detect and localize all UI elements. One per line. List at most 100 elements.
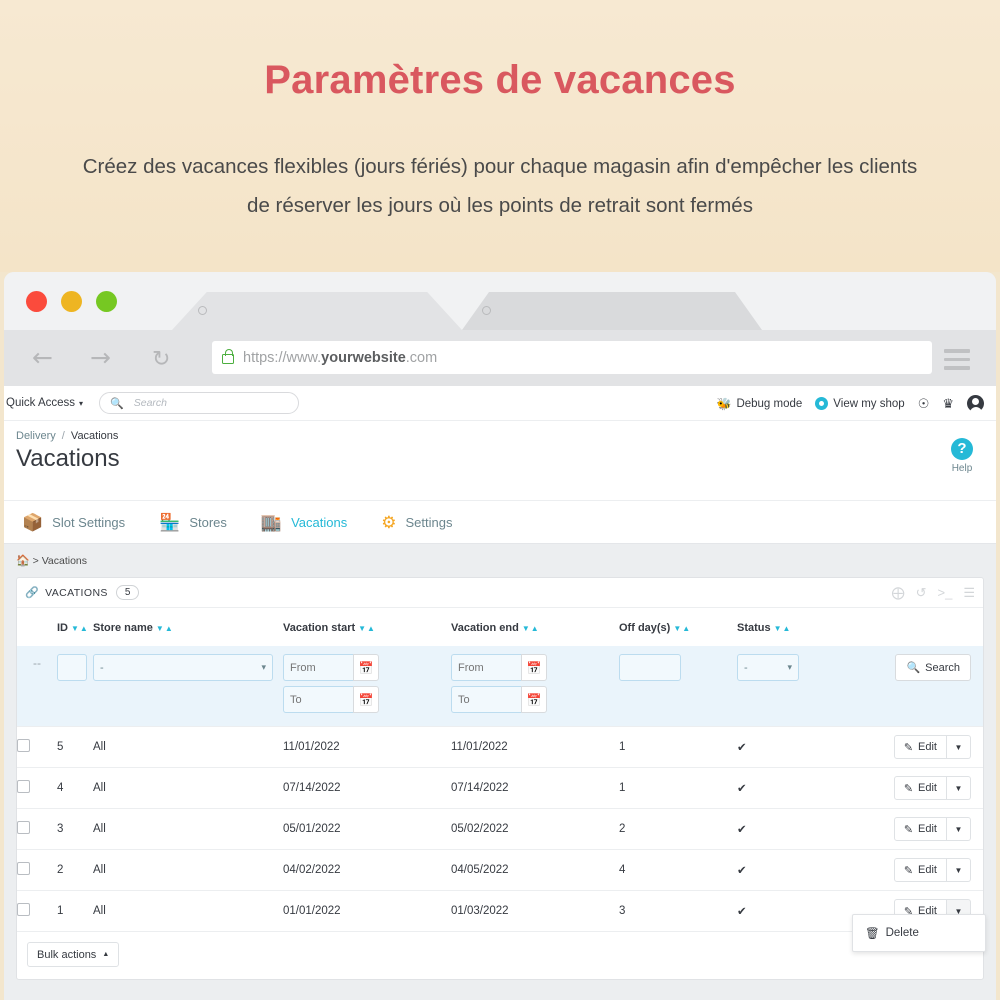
row-checkbox[interactable] bbox=[17, 780, 30, 793]
bulk-actions-button[interactable]: Bulk actions ▲ bbox=[27, 942, 120, 967]
table-row[interactable]: 1 All 01/01/2022 01/03/2022 3 ✔ ✎ Edit ▼ bbox=[17, 890, 983, 932]
filter-off-days-input[interactable] bbox=[619, 654, 681, 681]
row-end: 07/14/2022 bbox=[451, 782, 509, 794]
tab-stores[interactable]: 🏪 Stores bbox=[159, 514, 227, 531]
filter-end-to-input[interactable] bbox=[451, 686, 521, 713]
delete-menu-item[interactable]: 🗑 Delete bbox=[853, 922, 985, 944]
quick-access-menu[interactable]: Quick Access ▾ bbox=[6, 397, 83, 409]
hero-subtitle-line-2: de réserver les jours où les points de r… bbox=[247, 193, 753, 217]
home-icon[interactable]: 🏠 bbox=[16, 555, 30, 567]
table-row[interactable]: 4 All 07/14/2022 07/14/2022 1 ✔ ✎ Edit ▼ bbox=[17, 767, 983, 809]
row-id: 5 bbox=[57, 741, 64, 753]
th-vacation-start[interactable]: Vacation start ▼▲ bbox=[283, 608, 451, 646]
row-off-days: 3 bbox=[619, 905, 626, 917]
table-row[interactable]: 3 All 05/01/2022 05/02/2022 2 ✔ ✎ Edit ▼ bbox=[17, 808, 983, 850]
filter-store-select[interactable]: - ▾ bbox=[93, 654, 273, 681]
browser-tabstrip bbox=[4, 272, 996, 330]
edit-dropdown-caret[interactable]: ▼ bbox=[947, 735, 971, 759]
browser-tab-2-active[interactable] bbox=[462, 292, 762, 330]
row-store: All bbox=[93, 823, 106, 835]
edit-group: ✎ Edit ▼ bbox=[847, 858, 983, 882]
row-checkbox[interactable] bbox=[17, 821, 30, 834]
th-store-name[interactable]: Store name ▼▲ bbox=[93, 608, 283, 646]
row-checkbox[interactable] bbox=[17, 862, 30, 875]
trophy-icon[interactable]: ♛ bbox=[942, 396, 954, 412]
filter-search-cell: 🔍 Search bbox=[847, 646, 983, 727]
table-row[interactable]: 5 All 11/01/2022 11/01/2022 1 ✔ ✎ Edit ▼ bbox=[17, 726, 983, 768]
filter-start-from-input[interactable] bbox=[283, 654, 353, 681]
browser-window: ← → ↻ https://www.yourwebsite.com Quick … bbox=[4, 272, 996, 1000]
bell-icon[interactable]: ☉ bbox=[918, 396, 930, 412]
row-checkbox[interactable] bbox=[17, 739, 30, 752]
browser-tab-1[interactable] bbox=[172, 292, 462, 330]
row-checkbox[interactable] bbox=[17, 903, 30, 916]
row-actions: ✎ Edit ▼ bbox=[847, 727, 983, 768]
reload-icon[interactable]: ↻ bbox=[152, 349, 170, 371]
sort-arrows-icon[interactable]: ▼▲ bbox=[156, 624, 174, 633]
refresh-icon[interactable]: ↺ bbox=[916, 586, 927, 599]
breadcrumb: Delivery / Vacations bbox=[4, 421, 996, 442]
th-status[interactable]: Status ▼▲ bbox=[737, 608, 847, 646]
filter-id-input[interactable] bbox=[57, 654, 87, 681]
search-button[interactable]: 🔍 Search bbox=[895, 654, 971, 681]
view-my-shop-button[interactable]: View my shop bbox=[815, 397, 905, 410]
sort-arrows-icon[interactable]: ▼▲ bbox=[358, 624, 376, 633]
edit-button[interactable]: ✎ Edit bbox=[893, 776, 947, 800]
filter-start-to-input[interactable] bbox=[283, 686, 353, 713]
tab-vacations[interactable]: 🏬 Vacations bbox=[261, 514, 347, 531]
sort-arrows-icon[interactable]: ▼▲ bbox=[673, 624, 691, 633]
th-id[interactable]: ID ▼▲ bbox=[57, 608, 93, 646]
debug-mode-button[interactable]: 🐝 Debug mode bbox=[716, 397, 802, 411]
maximize-window-button[interactable] bbox=[96, 291, 117, 312]
edit-group: ✎ Edit ▼ bbox=[847, 735, 983, 759]
close-window-button[interactable] bbox=[26, 291, 47, 312]
edit-button[interactable]: ✎ Edit bbox=[893, 817, 947, 841]
breadcrumb-parent[interactable]: Delivery bbox=[16, 430, 56, 442]
calendar-icon[interactable]: 📅 bbox=[521, 686, 547, 713]
table-row[interactable]: 2 All 04/02/2022 04/05/2022 4 ✔ ✎ Edit ▼ bbox=[17, 849, 983, 891]
admin-page: Quick Access ▾ 🔍 Search 🐝 Debug mode Vie… bbox=[4, 386, 996, 1000]
debug-mode-label: Debug mode bbox=[736, 397, 803, 410]
edit-button[interactable]: ✎ Edit bbox=[893, 858, 947, 882]
hamburger-icon[interactable] bbox=[944, 349, 970, 375]
bug-icon: 🐝 bbox=[716, 396, 732, 411]
minimize-window-button[interactable] bbox=[61, 291, 82, 312]
th-vacation-end[interactable]: Vacation end ▼▲ bbox=[451, 608, 619, 646]
tab-slot-settings[interactable]: 📦 Slot Settings bbox=[22, 514, 125, 531]
tab-settings[interactable]: ⚙ Settings bbox=[381, 514, 452, 531]
address-bar[interactable]: https://www.yourwebsite.com bbox=[212, 341, 932, 374]
admin-topbar: Quick Access ▾ 🔍 Search 🐝 Debug mode Vie… bbox=[4, 386, 996, 421]
eye-icon bbox=[815, 397, 829, 410]
database-icon[interactable]: ☰ bbox=[963, 586, 975, 599]
help-button[interactable]: ? Help bbox=[940, 438, 984, 474]
sort-arrows-icon[interactable]: ▼▲ bbox=[71, 624, 89, 633]
edit-dropdown-caret[interactable]: ▼ bbox=[947, 817, 971, 841]
filter-status-cell: - ▾ bbox=[737, 646, 847, 727]
admin-search-box[interactable]: 🔍 Search bbox=[99, 392, 300, 414]
edit-dropdown-caret[interactable]: ▼ bbox=[947, 776, 971, 800]
edit-button[interactable]: ✎ Edit bbox=[893, 735, 947, 759]
add-icon[interactable]: ⨁ bbox=[892, 586, 905, 599]
filter-status-select[interactable]: - ▾ bbox=[737, 654, 799, 681]
th-actions bbox=[847, 608, 983, 646]
sort-arrows-icon[interactable]: ▼▲ bbox=[522, 624, 540, 633]
filter-end-from-input[interactable] bbox=[451, 654, 521, 681]
row-start: 05/01/2022 bbox=[283, 823, 341, 835]
forward-icon[interactable]: → bbox=[90, 345, 111, 370]
th-store-name-label: Store name bbox=[93, 622, 153, 634]
row-checkbox-cell bbox=[17, 809, 57, 850]
panel-footer: Bulk actions ▲ bbox=[17, 931, 983, 979]
calendar-icon[interactable]: 📅 bbox=[521, 654, 547, 681]
sort-arrows-icon[interactable]: ▼▲ bbox=[774, 624, 792, 633]
console-icon[interactable]: >_ bbox=[938, 586, 953, 599]
calendar-icon[interactable]: 📅 bbox=[353, 654, 379, 681]
edit-dropdown-caret[interactable]: ▼ bbox=[947, 858, 971, 882]
row-store: All bbox=[93, 741, 106, 753]
page-content: 🏠 > Vacations 🔗 VACATIONS 5 ⨁ ↺ >_ ☰ ID … bbox=[4, 544, 996, 1000]
filter-end-to-group: 📅 bbox=[451, 686, 619, 713]
th-off-days[interactable]: Off day(s) ▼▲ bbox=[619, 608, 737, 646]
help-icon: ? bbox=[951, 438, 973, 460]
back-icon[interactable]: ← bbox=[32, 345, 53, 370]
calendar-icon[interactable]: 📅 bbox=[353, 686, 379, 713]
avatar[interactable] bbox=[967, 395, 984, 415]
